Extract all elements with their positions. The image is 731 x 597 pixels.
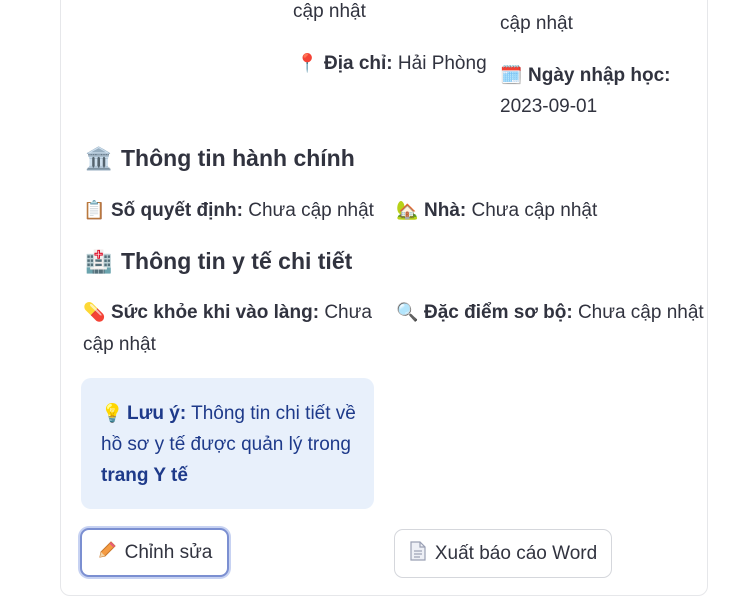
house-icon: 🏡 (396, 200, 419, 220)
document-icon (409, 540, 427, 567)
magnifier-icon: 🔍 (396, 302, 419, 322)
classical-building-icon: 🏛️ (85, 146, 113, 171)
pencil-icon (97, 540, 117, 566)
decision-value: Chưa cập nhật (248, 200, 374, 221)
note-label: Lưu ý: (127, 403, 187, 424)
house-row: 🏡 Nhà: Chưa cập nhật (396, 194, 597, 227)
export-word-button[interactable]: Xuất báo cáo Word (394, 529, 612, 578)
house-label: Nhà: (424, 200, 467, 221)
medical-section-heading: 🏥 Thông tin y tế chi tiết (85, 245, 352, 278)
medical-section-title: Thông tin y tế chi tiết (121, 248, 353, 274)
hospital-icon: 🏥 (85, 249, 113, 274)
clipboard-icon: 📋 (83, 200, 106, 220)
traits-row: 🔍 Đặc điểm sơ bộ: Chưa cập nhật (396, 296, 704, 329)
house-value: Chưa cập nhật (471, 200, 598, 221)
pin-icon: 📍 (296, 53, 319, 73)
address-row: 📍 Địa chỉ: Hải Phòng (296, 47, 487, 80)
admin-section-title: Thông tin hành chính (121, 145, 355, 171)
note-link[interactable]: trang Y tế (101, 465, 188, 486)
enroll-value: 2023-09-01 (500, 96, 598, 117)
light-bulb-icon: 💡 (101, 403, 124, 423)
traits-label: Đặc điểm sơ bộ: (424, 302, 573, 323)
pill-icon: 💊 (83, 302, 106, 322)
calendar-icon: 🗓️ (500, 65, 523, 85)
edit-button[interactable]: Chỉnh sửa (80, 528, 229, 577)
edit-button-label: Chỉnh sửa (124, 541, 213, 563)
info-note: 💡 Lưu ý: Thông tin chi tiết về hồ sơ y tế… (81, 378, 374, 509)
health-label: Sức khỏe khi vào làng: (111, 302, 320, 323)
address-label: Địa chỉ: (324, 53, 393, 74)
address-value: Hải Phòng (397, 53, 487, 74)
enroll-label: Ngày nhập học: (528, 65, 671, 86)
cut-off-value-right: cập nhật (500, 13, 573, 34)
enroll-row: 🗓️ Ngày nhập học: (500, 59, 671, 92)
export-word-button-label: Xuất báo cáo Word (434, 542, 598, 564)
decision-row: 📋 Số quyết định: Chưa cập nhật (83, 194, 374, 227)
admin-section-heading: 🏛️ Thông tin hành chính (85, 142, 355, 175)
health-row: 💊 Sức khỏe khi vào làng: Chưa cập nhật (83, 296, 373, 361)
decision-label: Số quyết định: (111, 200, 243, 221)
traits-value: Chưa cập nhật (577, 302, 704, 323)
cut-off-value-left: cập nhật (293, 1, 366, 22)
